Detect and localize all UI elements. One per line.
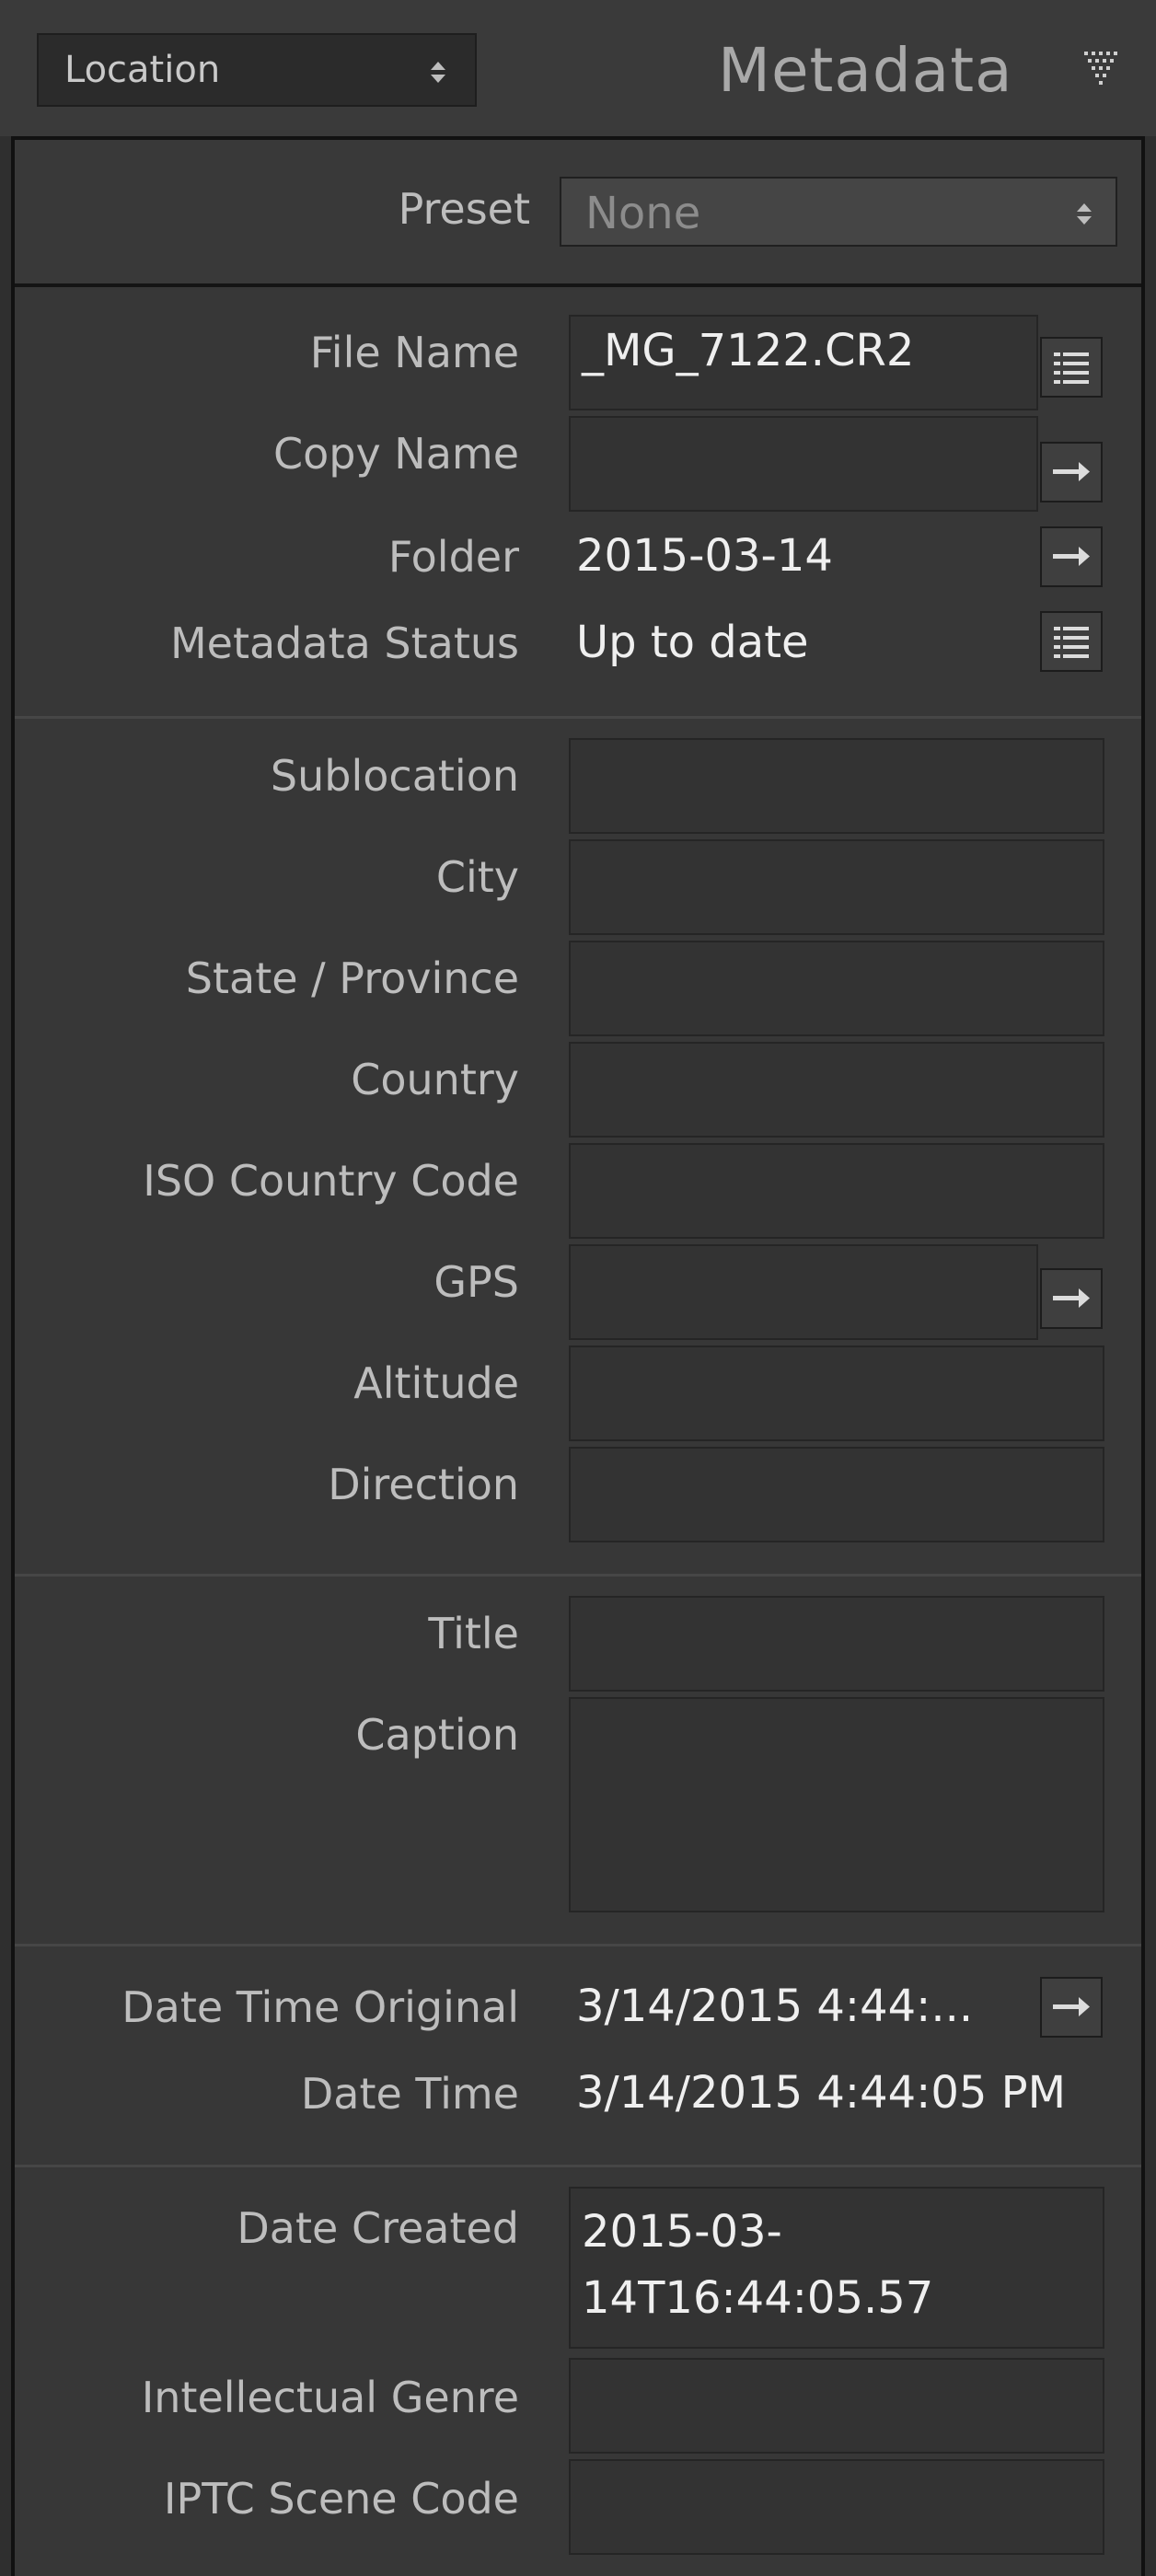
title-field[interactable] — [569, 1596, 1104, 1692]
date-time-original-edit-button[interactable] — [1040, 1977, 1103, 2038]
iptc-scene-code-field[interactable] — [569, 2459, 1104, 2555]
intellectual-genre-field[interactable] — [569, 2358, 1104, 2454]
gps-field[interactable] — [569, 1244, 1038, 1340]
file-name-value: _MG_7122.CR2 — [582, 325, 915, 376]
date-created-value-line2: 14T16:44:05.57 — [582, 2272, 934, 2324]
list-icon — [1054, 627, 1089, 658]
collapse-triangle-icon[interactable] — [1082, 46, 1123, 87]
panel-header: Location Metadata — [0, 0, 1156, 136]
date-time-original-label: Date Time Original — [121, 1982, 519, 2032]
copy-name-goto-button[interactable] — [1040, 442, 1103, 502]
list-icon — [1054, 352, 1089, 384]
direction-field[interactable] — [569, 1447, 1104, 1542]
file-name-field[interactable]: _MG_7122.CR2 — [569, 315, 1038, 410]
copy-name-field[interactable] — [569, 416, 1038, 512]
iso-country-code-label: ISO Country Code — [143, 1156, 519, 1206]
view-preset-value: Location — [64, 49, 221, 91]
intellectual-genre-label: Intellectual Genre — [141, 2373, 519, 2422]
date-created-label: Date Created — [237, 2203, 519, 2253]
section-divider — [15, 716, 1141, 719]
caption-field[interactable] — [569, 1697, 1104, 1912]
file-name-label: File Name — [309, 328, 519, 377]
arrow-right-icon — [1053, 462, 1090, 481]
folder-goto-button[interactable] — [1040, 526, 1103, 587]
view-preset-select[interactable]: Location — [37, 33, 477, 107]
folder-label: Folder — [387, 532, 519, 582]
panel-title: Metadata — [718, 35, 1013, 106]
date-time-value: 3/14/2015 4:44:05 PM — [576, 2067, 1067, 2119]
altitude-label: Altitude — [353, 1358, 519, 1408]
iso-country-code-field[interactable] — [569, 1143, 1104, 1239]
country-label: Country — [351, 1055, 519, 1104]
city-field[interactable] — [569, 839, 1104, 935]
sublocation-field[interactable] — [569, 738, 1104, 834]
state-label: State / Province — [185, 953, 519, 1003]
copy-name-label: Copy Name — [272, 429, 519, 479]
metadata-status-label: Metadata Status — [169, 618, 519, 668]
title-label: Title — [428, 1609, 519, 1658]
iptc-scene-code-label: IPTC Scene Code — [163, 2474, 519, 2524]
preset-select[interactable]: None — [560, 177, 1117, 247]
folder-value: 2015-03-14 — [576, 530, 833, 582]
section-divider — [15, 2165, 1141, 2167]
date-created-field[interactable]: 2015-03- 14T16:44:05.57 — [569, 2187, 1104, 2349]
file-list-button[interactable] — [1040, 337, 1103, 398]
select-stepper-icon — [1066, 195, 1103, 232]
preset-label: Preset — [398, 184, 530, 234]
state-field[interactable] — [569, 941, 1104, 1036]
preset-row: Preset None — [15, 140, 1141, 287]
gps-goto-button[interactable] — [1040, 1268, 1103, 1329]
direction-label: Direction — [328, 1460, 519, 1509]
preset-value: None — [585, 188, 701, 239]
select-stepper-icon — [420, 53, 457, 90]
metadata-status-button[interactable] — [1040, 611, 1103, 672]
metadata-status-value: Up to date — [576, 617, 809, 668]
arrow-right-icon — [1053, 1997, 1090, 2016]
section-divider — [15, 1944, 1141, 1946]
date-time-original-value: 3/14/2015 4:44:... — [576, 1981, 974, 2032]
arrow-right-icon — [1053, 1288, 1090, 1308]
section-divider — [15, 1574, 1141, 1577]
city-label: City — [435, 852, 519, 902]
arrow-right-icon — [1053, 547, 1090, 566]
country-field[interactable] — [569, 1042, 1104, 1138]
date-time-label: Date Time — [300, 2069, 519, 2119]
caption-label: Caption — [355, 1710, 519, 1760]
altitude-field[interactable] — [569, 1346, 1104, 1441]
gps-label: GPS — [434, 1257, 519, 1307]
sublocation-label: Sublocation — [270, 751, 519, 801]
date-created-value-line1: 2015-03- — [582, 2206, 782, 2258]
